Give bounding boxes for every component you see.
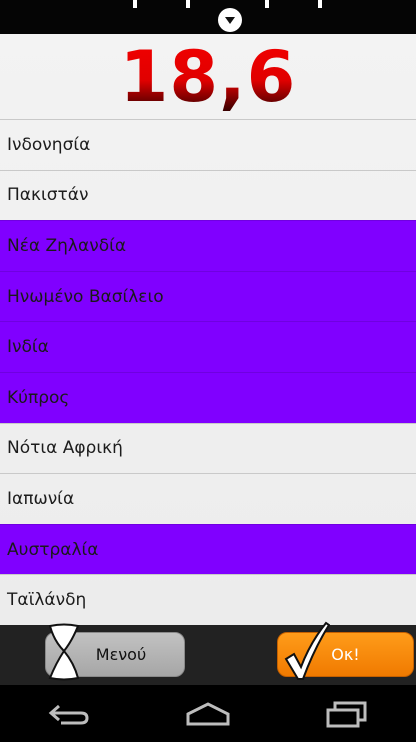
chevron-down-icon <box>225 17 235 24</box>
scroll-tick <box>186 0 190 8</box>
list-item[interactable]: Ηνωμένο Βασίλειο <box>0 270 416 322</box>
back-icon <box>49 704 89 724</box>
bottom-bar: Μενού Οκ! <box>0 621 416 685</box>
list-item[interactable]: Πακιστάν <box>0 169 416 221</box>
list-item[interactable]: Ιαπωνία <box>0 473 416 524</box>
back-button[interactable] <box>39 694 99 734</box>
list-item[interactable]: Ινδονησία <box>0 119 416 170</box>
list-item-label: Νότια Αφρική <box>7 438 123 459</box>
list-item[interactable]: Κύπρος <box>0 371 416 423</box>
list-item[interactable]: Νέα Ζηλανδία <box>0 220 416 271</box>
top-bar <box>0 0 416 34</box>
checkmark-icon <box>284 621 330 680</box>
list-item-label: Ηνωμένο Βασίλειο <box>7 286 164 307</box>
menu-button-label: Μενού <box>95 645 147 664</box>
list-item[interactable]: Ταϊλάνδη <box>0 574 416 625</box>
score-value: 18,6 <box>119 35 297 118</box>
scroll-tick <box>265 0 269 8</box>
list-item[interactable]: Ινδία <box>0 321 416 372</box>
list-item-label: Ταϊλάνδη <box>7 590 87 611</box>
country-list: Ινδονησία Πακιστάν Νέα Ζηλανδία Ηνωμένο Βασ… <box>0 119 416 625</box>
list-item-label: Ιαπωνία <box>7 488 75 509</box>
collapse-button[interactable] <box>218 8 242 32</box>
home-icon <box>186 701 230 725</box>
list-item[interactable]: Αυστραλία <box>0 523 416 575</box>
list-item-label: Ινδονησία <box>7 134 91 155</box>
recent-apps-button[interactable] <box>317 694 377 734</box>
ok-button-label: Οκ! <box>331 645 360 664</box>
list-item-label: Κύπρος <box>7 387 70 408</box>
list-item-label: Αυστραλία <box>7 539 99 560</box>
android-nav-bar <box>0 685 416 742</box>
scroll-tick <box>318 0 322 8</box>
list-item-label: Νέα Ζηλανδία <box>7 235 127 256</box>
list-item[interactable]: Νότια Αφρική <box>0 422 416 474</box>
score-display: 18,6 <box>0 34 416 119</box>
hourglass-icon <box>48 623 80 681</box>
scroll-tick <box>133 0 137 8</box>
home-button[interactable] <box>178 694 238 734</box>
list-item-label: Πακιστάν <box>7 185 89 206</box>
main-content: 18,6 Ινδονησία Πακιστάν Νέα Ζηλανδία Ηνωμέν… <box>0 34 416 625</box>
recent-apps-icon <box>326 701 367 727</box>
list-item-label: Ινδία <box>7 337 49 358</box>
